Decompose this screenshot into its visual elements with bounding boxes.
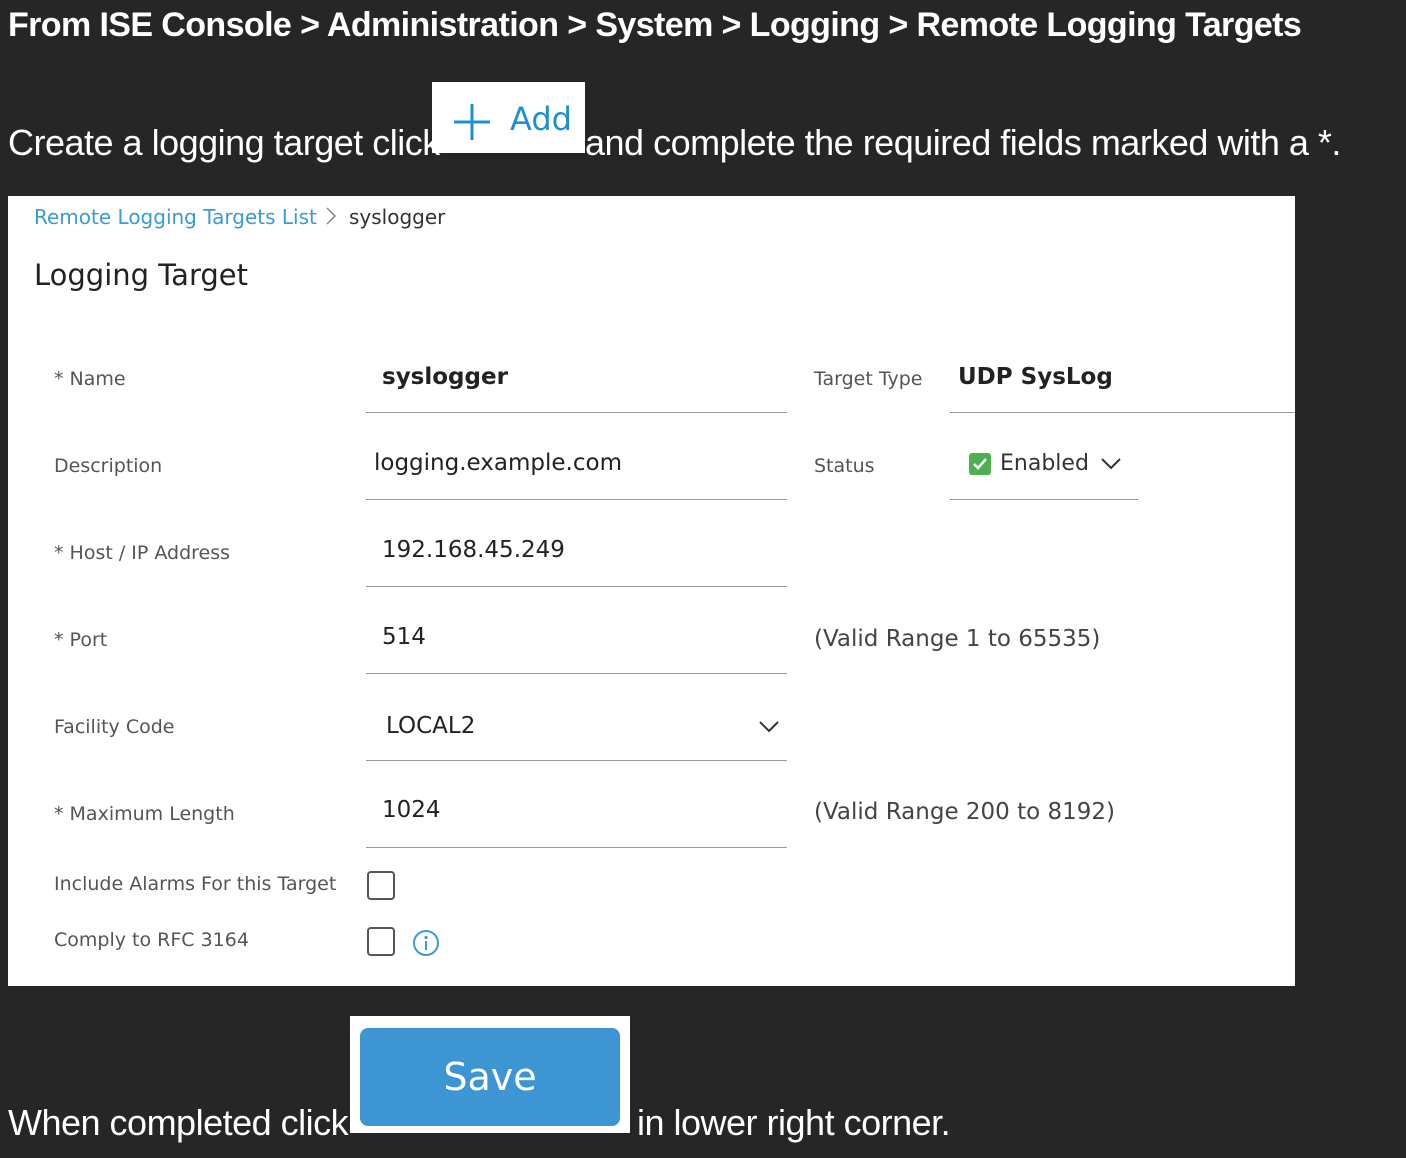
maxlen-field[interactable]: 1024 — [366, 791, 787, 848]
host-label: * Host / IP Address — [54, 542, 231, 564]
description-value: logging.example.com — [374, 450, 622, 476]
page-title: Logging Target — [34, 258, 248, 292]
chevron-down-icon — [759, 721, 779, 733]
maxlen-label: * Maximum Length — [54, 803, 235, 825]
instruction-step2-after: in lower right corner. — [637, 1102, 951, 1143]
status-check-icon — [969, 453, 991, 475]
maxlen-value: 1024 — [382, 797, 441, 823]
host-underline — [366, 586, 787, 587]
alarms-checkbox[interactable] — [367, 871, 395, 900]
save-button[interactable]: Save — [360, 1028, 620, 1126]
alarms-label: Include Alarms For this Target — [54, 873, 337, 895]
status-label: Status — [814, 455, 875, 477]
name-value: syslogger — [382, 364, 508, 390]
status-value: Enabled — [1000, 451, 1089, 476]
port-label: * Port — [54, 629, 108, 651]
port-field[interactable]: 514 — [366, 617, 787, 674]
instruction-step2-before: When completed click — [8, 1102, 349, 1143]
target-type-field: UDP SysLog — [950, 356, 1295, 413]
breadcrumb-link-targets-list[interactable]: Remote Logging Targets List — [34, 205, 317, 229]
maxlen-range-hint: (Valid Range 200 to 8192) — [814, 799, 1116, 825]
facility-value: LOCAL2 — [386, 713, 476, 739]
breadcrumb-current: syslogger — [349, 205, 446, 229]
logging-target-panel: Remote Logging Targets List syslogger Lo… — [8, 196, 1295, 986]
description-field[interactable]: logging.example.com — [366, 443, 787, 500]
port-underline — [366, 673, 787, 674]
port-value: 514 — [382, 624, 426, 650]
facility-label: Facility Code — [54, 716, 175, 738]
description-label: Description — [54, 455, 163, 477]
plus-icon — [454, 104, 490, 140]
chevron-down-icon — [1101, 458, 1121, 470]
rfc-checkbox[interactable] — [367, 927, 395, 956]
name-field[interactable]: syslogger — [366, 356, 787, 413]
host-field[interactable]: 192.168.45.249 — [366, 530, 787, 587]
chevron-right-icon — [326, 207, 337, 225]
facility-underline — [366, 760, 787, 761]
facility-dropdown[interactable]: LOCAL2 — [366, 704, 787, 761]
add-button-illustration[interactable]: Add — [432, 82, 585, 153]
rfc-label: Comply to RFC 3164 — [54, 929, 249, 951]
instruction-step1-before: Create a logging target click — [8, 122, 440, 163]
target-type-underline — [950, 412, 1295, 413]
target-type-value: UDP SysLog — [958, 364, 1113, 390]
target-type-label: Target Type — [814, 368, 923, 390]
name-label: * Name — [54, 368, 126, 390]
name-underline — [366, 412, 787, 413]
port-range-hint: (Valid Range 1 to 65535) — [814, 626, 1101, 652]
save-button-illustration: Save — [350, 1016, 630, 1133]
maxlen-underline — [366, 847, 787, 848]
add-button-label: Add — [510, 100, 572, 138]
status-dropdown[interactable]: Enabled — [950, 443, 1138, 500]
host-value: 192.168.45.249 — [382, 537, 565, 563]
instruction-heading: From ISE Console > Administration > Syst… — [8, 6, 1302, 44]
instruction-step1-after: and complete the required fields marked … — [585, 122, 1341, 163]
status-underline — [950, 499, 1138, 500]
description-underline — [366, 499, 787, 500]
info-icon[interactable] — [412, 929, 440, 957]
